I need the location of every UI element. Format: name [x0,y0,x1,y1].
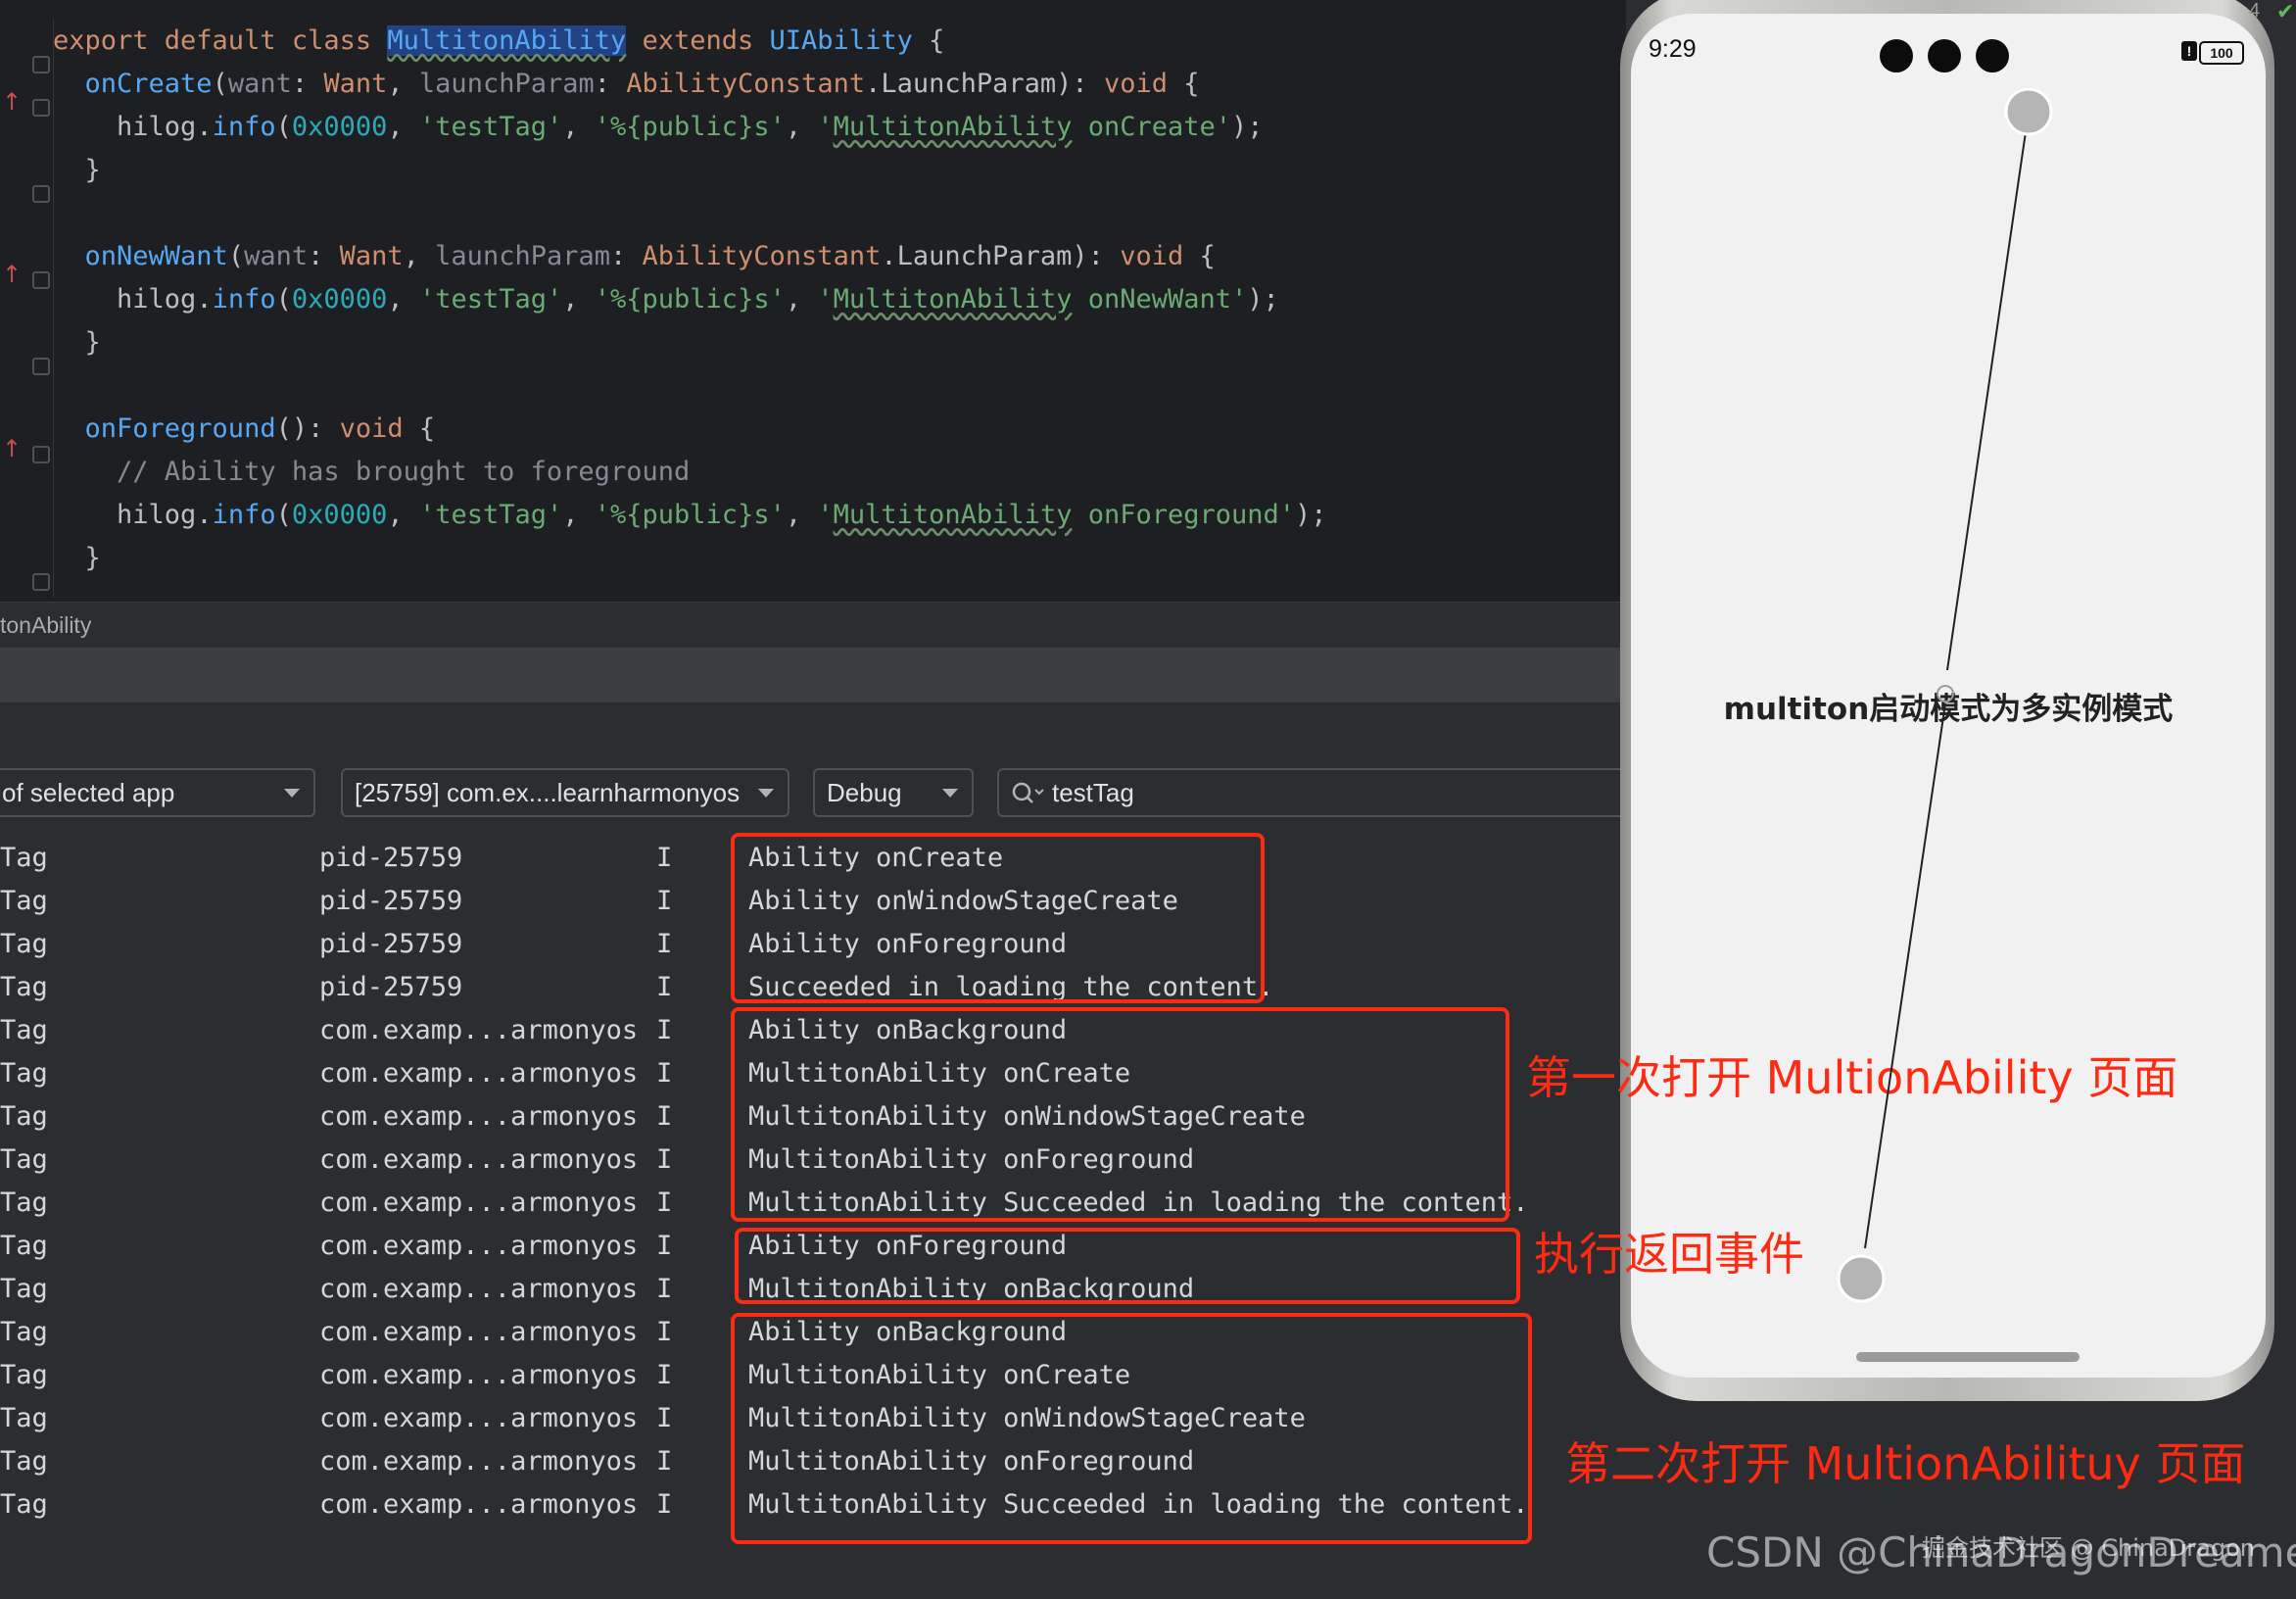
gesture-path [1864,703,1946,1249]
touch-point-mid [1937,685,1954,703]
touch-gesture-overlay [1837,87,2053,1303]
check-icon: ✔ [2276,0,2295,24]
touch-point-start [2004,87,2053,136]
gesture-path [1946,111,2030,671]
watermark-secondary: 掘金技术社区 @ ChinaDragon [1922,1534,2255,1562]
touch-point-end [1837,1254,1886,1303]
corner-number: 4 [2249,0,2261,22]
